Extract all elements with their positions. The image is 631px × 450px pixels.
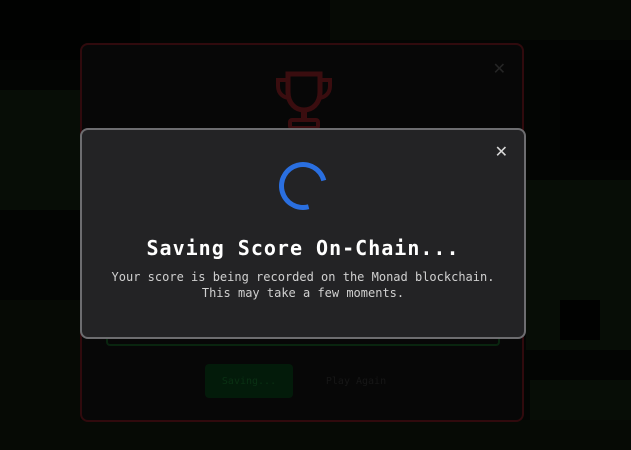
modal-message: Your score is being recorded on the Mona… xyxy=(82,269,524,301)
loading-spinner-icon xyxy=(270,153,336,219)
modal-title: Saving Score On-Chain... xyxy=(146,236,460,260)
saving-score-modal: ✕ Saving Score On-Chain... Your score is… xyxy=(80,128,526,339)
modal-message-line-1: Your score is being recorded on the Mona… xyxy=(111,270,495,284)
modal-message-line-2: This may take a few moments. xyxy=(201,286,405,300)
close-icon[interactable]: ✕ xyxy=(495,144,508,160)
